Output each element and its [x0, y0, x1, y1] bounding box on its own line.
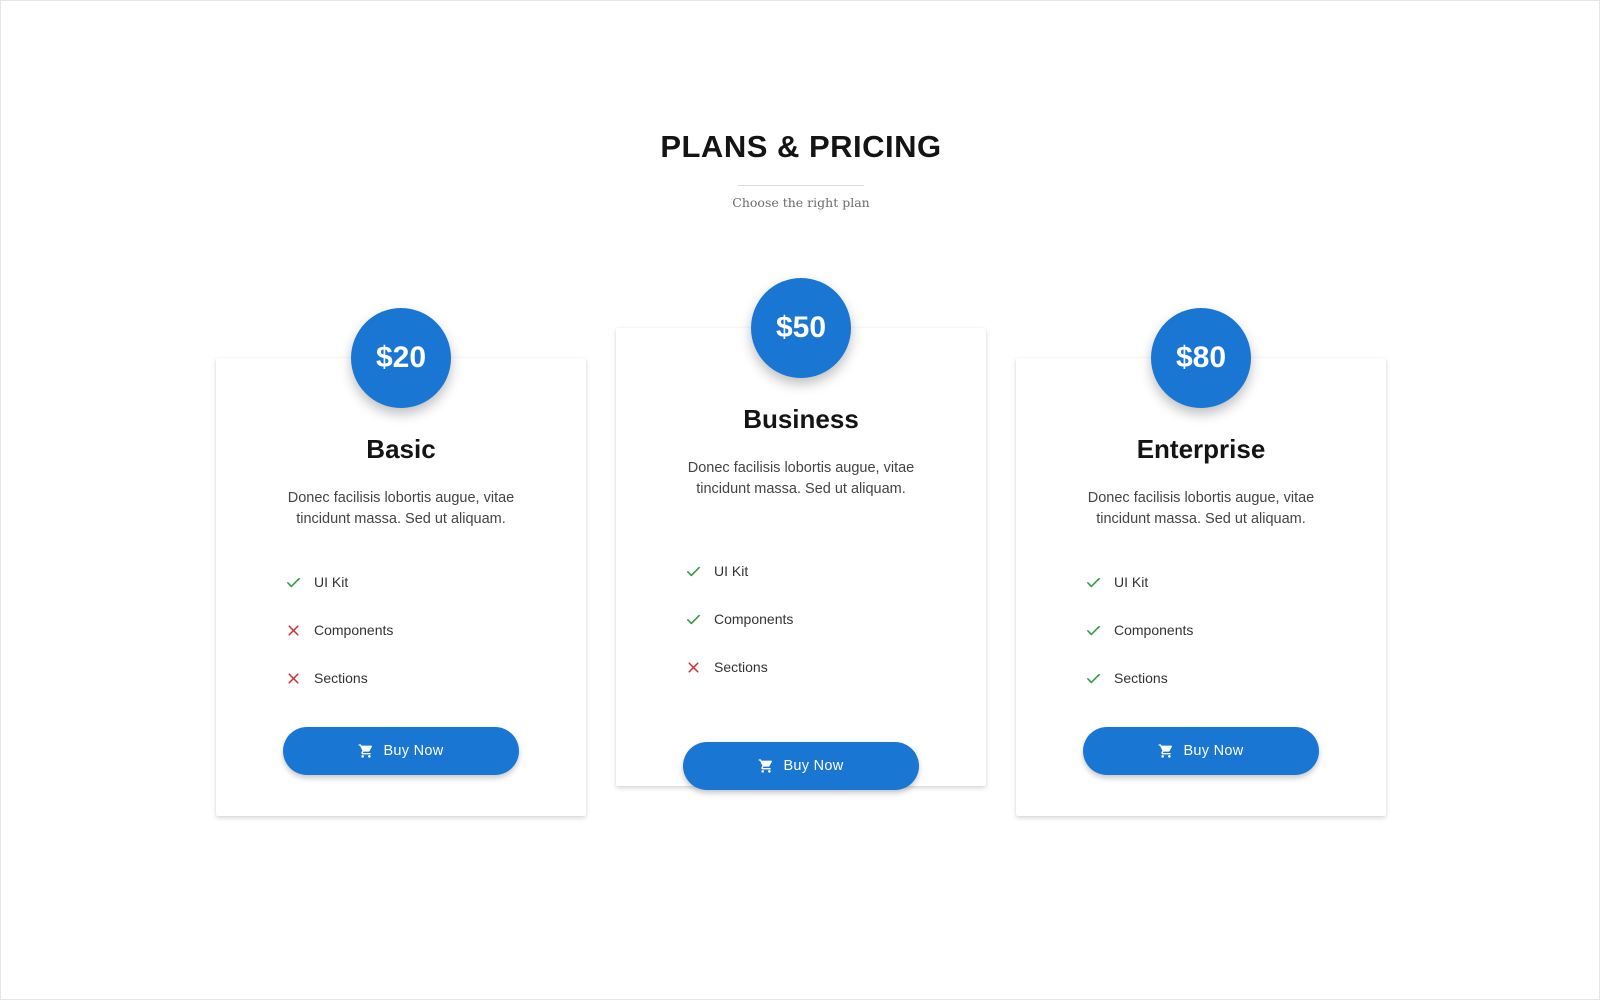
price-badge: $20 [351, 308, 451, 408]
feature-item: Sections [1085, 654, 1193, 702]
feature-item: UI Kit [685, 547, 793, 595]
cart-icon [358, 743, 374, 759]
feature-list: UI Kit Components Sections [285, 558, 393, 702]
buy-now-label: Buy Now [783, 758, 844, 774]
feature-label: Components [714, 611, 794, 627]
feature-item: UI Kit [285, 558, 393, 606]
cross-icon [685, 659, 702, 676]
feature-item: Components [1085, 606, 1193, 654]
plan-name: Basic [366, 434, 436, 464]
price-badge: $80 [1151, 308, 1251, 408]
feature-label: Components [314, 622, 394, 638]
check-icon [285, 574, 302, 591]
feature-label: Sections [714, 659, 768, 675]
buy-now-button[interactable]: Buy Now [683, 742, 919, 790]
feature-item: Components [685, 595, 793, 643]
cross-icon [285, 622, 302, 639]
plan-description: Donec facilisis lobortis augue, vitae ti… [287, 490, 515, 527]
feature-item: Sections [285, 654, 393, 702]
cart-icon [1158, 743, 1174, 759]
check-icon [685, 563, 702, 580]
check-icon [1085, 670, 1102, 687]
plan-description: Donec facilisis lobortis augue, vitae ti… [1087, 490, 1315, 527]
feature-item: Components [285, 606, 393, 654]
feature-label: Sections [1114, 670, 1168, 686]
feature-label: UI Kit [1114, 574, 1149, 590]
plan-description: Donec facilisis lobortis augue, vitae ti… [687, 460, 915, 497]
pricing-page: PLANS & PRICING Choose the right plan $2… [0, 0, 1600, 1000]
plan-name: Business [743, 404, 859, 434]
check-icon [685, 611, 702, 628]
plan-name: Enterprise [1136, 434, 1266, 464]
feature-label: UI Kit [314, 574, 349, 590]
feature-list: UI Kit Components Sections [685, 547, 793, 691]
plan-card-basic: $20 Basic Donec facilisis lobortis augue… [216, 308, 586, 816]
feature-item: Sections [685, 643, 793, 691]
plan-card-business: $50 Business Donec facilisis lobortis au… [616, 278, 986, 790]
cart-icon [758, 758, 774, 774]
plan-card-enterprise: $80 Enterprise Donec facilisis lobortis … [1016, 308, 1386, 816]
pricing-header: PLANS & PRICING Choose the right plan [1, 129, 1600, 210]
check-icon [1085, 574, 1102, 591]
feature-label: Sections [314, 670, 368, 686]
check-icon [1085, 622, 1102, 639]
buy-now-button[interactable]: Buy Now [283, 727, 519, 775]
cross-icon [285, 670, 302, 687]
feature-list: UI Kit Components Sections [1085, 558, 1193, 702]
feature-label: UI Kit [714, 563, 749, 579]
page-title: PLANS & PRICING [660, 129, 942, 164]
price-badge: $50 [751, 278, 851, 378]
title-divider [738, 185, 864, 186]
page-subtitle: Choose the right plan [732, 195, 870, 210]
buy-now-label: Buy Now [1183, 743, 1244, 759]
buy-now-button[interactable]: Buy Now [1083, 727, 1319, 775]
feature-label: Components [1114, 622, 1194, 638]
feature-item: UI Kit [1085, 558, 1193, 606]
buy-now-label: Buy Now [383, 743, 444, 759]
